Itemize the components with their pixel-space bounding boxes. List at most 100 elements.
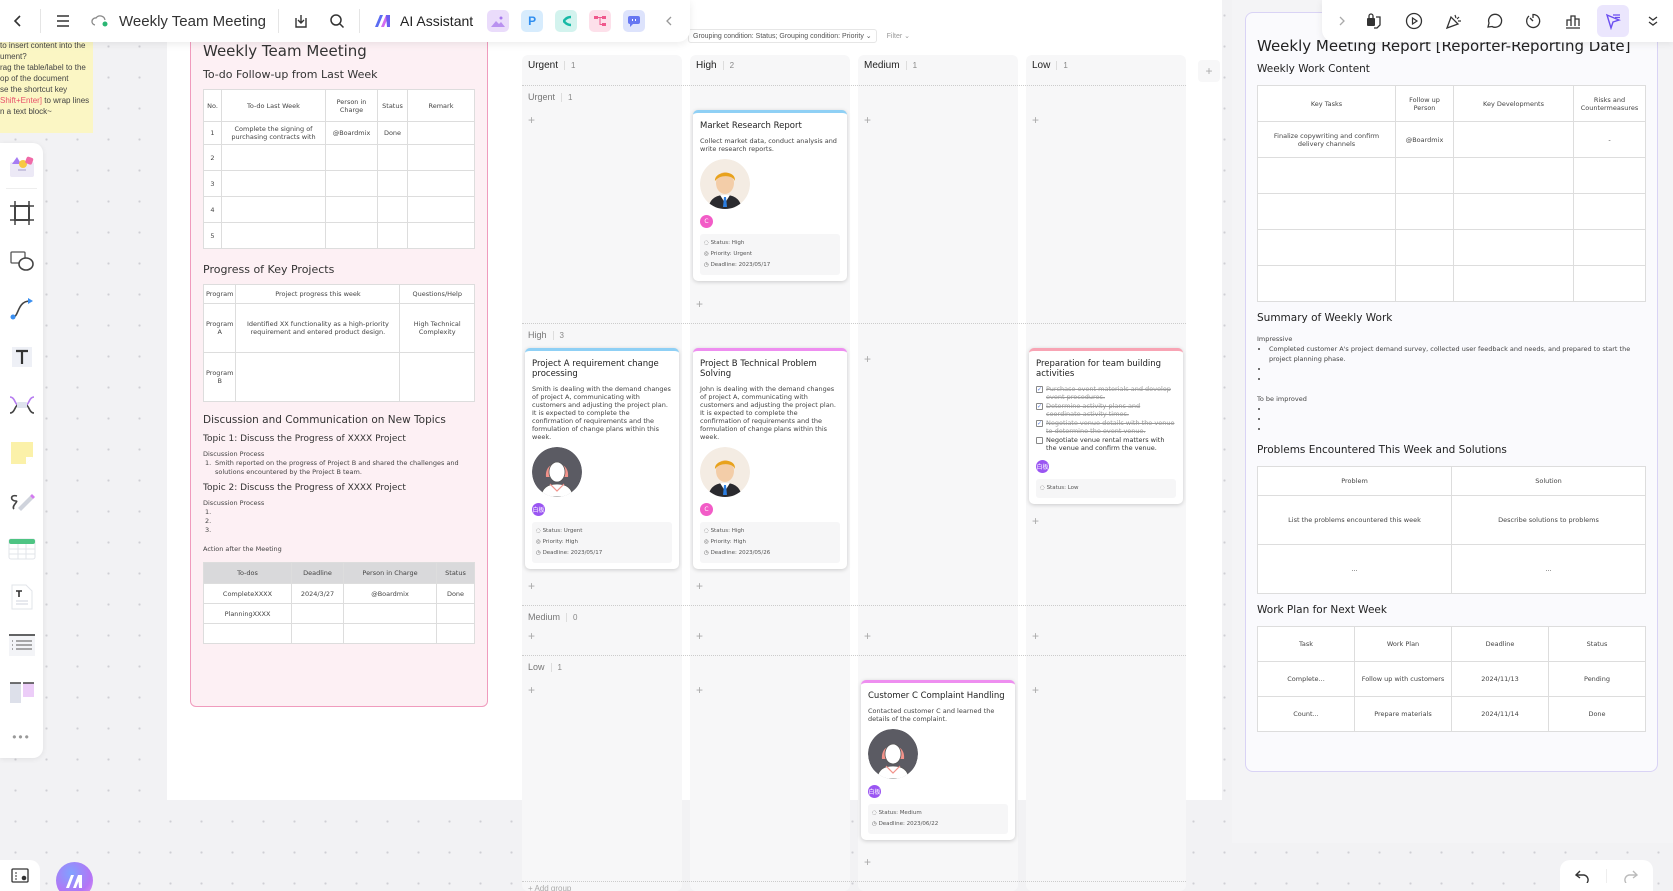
table-cell[interactable] <box>407 170 475 197</box>
table-cell[interactable] <box>1395 229 1454 266</box>
table-cell[interactable] <box>343 603 437 624</box>
text-icon[interactable] <box>0 333 43 381</box>
add-card-button[interactable]: + <box>864 352 871 366</box>
add-card-button[interactable]: + <box>1032 113 1039 127</box>
table-cell[interactable]: Follow up with customers <box>1354 661 1452 697</box>
table-cell[interactable]: 3 <box>203 170 222 197</box>
sticky-note[interactable]: to insert content into the ument? rag th… <box>0 38 93 133</box>
add-card-button[interactable]: + <box>528 683 535 697</box>
table-cell[interactable] <box>377 222 408 249</box>
table-cell[interactable] <box>1257 229 1396 266</box>
table-cell[interactable]: ... <box>1257 544 1452 594</box>
column-header[interactable]: Medium 1 <box>864 60 917 71</box>
table-cell[interactable] <box>1453 121 1574 158</box>
add-card-button[interactable]: + <box>864 629 871 643</box>
vote-icon[interactable] <box>1557 5 1589 37</box>
add-column-button[interactable]: + <box>1198 60 1220 82</box>
presentation-icon[interactable]: P <box>521 10 544 32</box>
checkbox-checked[interactable]: ✓ <box>1036 403 1043 410</box>
add-card-button[interactable]: + <box>864 855 871 869</box>
table-cell[interactable] <box>343 623 437 644</box>
back-icon[interactable] <box>0 0 36 42</box>
ai-assistant-fab[interactable] <box>56 862 93 891</box>
table-cell[interactable] <box>377 144 408 171</box>
table-cell[interactable]: - <box>1573 121 1646 158</box>
mindmap-icon[interactable] <box>555 10 578 32</box>
table-cell[interactable] <box>221 222 326 249</box>
table-cell[interactable]: Prepare materials <box>1354 696 1452 732</box>
table-cell[interactable] <box>1573 265 1646 302</box>
table-cell[interactable]: ... <box>1451 544 1646 594</box>
ai-assistant-button[interactable]: AI Assistant <box>400 13 473 29</box>
table-cell[interactable]: 4 <box>203 196 222 223</box>
checkbox-checked[interactable]: ✓ <box>1036 386 1043 393</box>
template-icon[interactable] <box>6 143 37 189</box>
search-icon[interactable] <box>319 0 355 42</box>
table-cell[interactable] <box>203 623 292 644</box>
table-cell[interactable] <box>1453 265 1574 302</box>
more-icon[interactable]: ••• <box>0 717 43 757</box>
table-cell[interactable]: @Boardmix <box>1395 121 1454 158</box>
document-title[interactable]: Weekly Team Meeting <box>119 13 266 30</box>
table-cell[interactable] <box>1395 193 1454 230</box>
meeting-document[interactable]: Weekly Team Meeting To-do Follow-up from… <box>190 35 488 707</box>
table-cell[interactable] <box>399 352 475 402</box>
table-cell[interactable] <box>221 170 326 197</box>
table-cell[interactable] <box>377 170 408 197</box>
document-icon[interactable] <box>0 573 43 621</box>
add-group-button[interactable]: + Add group <box>528 884 571 891</box>
table-cell[interactable] <box>1257 193 1396 230</box>
minimap-button[interactable] <box>0 860 40 891</box>
timer-icon[interactable] <box>1517 5 1549 37</box>
mindmap-icon[interactable] <box>0 381 43 429</box>
table-cell[interactable] <box>1395 265 1454 302</box>
more-chevrons-icon[interactable] <box>1637 5 1669 37</box>
table-cell[interactable] <box>407 121 475 145</box>
table-cell[interactable] <box>325 222 378 249</box>
add-card-button[interactable]: + <box>696 683 703 697</box>
table-cell[interactable]: CompleteXXXX <box>203 583 292 604</box>
table-cell[interactable] <box>291 623 344 644</box>
table-cell[interactable] <box>325 196 378 223</box>
table-cell[interactable] <box>221 196 326 223</box>
swimlane-header[interactable]: Low 1 <box>528 662 562 672</box>
table-cell[interactable] <box>1257 157 1396 194</box>
add-card-button[interactable]: + <box>528 629 535 643</box>
add-card-button[interactable]: + <box>1032 629 1039 643</box>
table-cell[interactable] <box>436 603 475 624</box>
weekly-report-document[interactable]: Weekly Meeting Report [Reporter-Reportin… <box>1245 12 1658 772</box>
table-cell[interactable] <box>291 603 344 624</box>
table-cell[interactable]: @Boardmix <box>343 583 437 604</box>
undo-icon[interactable] <box>1561 868 1607 883</box>
table-cell[interactable]: Pending <box>1548 661 1646 697</box>
table-cell[interactable]: 1 <box>203 121 222 145</box>
table-icon[interactable] <box>0 525 43 573</box>
kanban-card[interactable]: Project B Technical Problem Solving John… <box>693 348 847 569</box>
sticky-note-icon[interactable] <box>0 429 43 477</box>
add-card-button[interactable]: + <box>528 579 535 593</box>
table-cell[interactable]: Program B <box>202 352 237 402</box>
table-cell[interactable] <box>1257 265 1396 302</box>
table-cell[interactable] <box>436 623 475 644</box>
table-cell[interactable]: 2024/11/13 <box>1451 661 1549 697</box>
column-header[interactable]: High 2 <box>696 60 734 71</box>
table-cell[interactable]: Describe solutions to problems <box>1451 495 1646 545</box>
table-cell[interactable] <box>325 170 378 197</box>
menu-icon[interactable] <box>45 0 81 42</box>
presenter-cursor-icon[interactable] <box>1597 5 1630 37</box>
swimlane-header[interactable]: Medium 0 <box>528 612 577 622</box>
column-header[interactable]: Urgent 1 <box>528 60 575 71</box>
frame-icon[interactable] <box>0 189 43 237</box>
table-cell[interactable]: Done <box>436 583 475 604</box>
list-icon[interactable] <box>0 621 43 669</box>
filter-dropdown[interactable]: Filter ⌄ <box>887 32 910 40</box>
table-cell[interactable]: Complete the signing of purchasing contr… <box>221 121 326 145</box>
connector-icon[interactable] <box>0 285 43 333</box>
table-cell[interactable] <box>235 352 401 402</box>
table-cell[interactable]: @Boardmix <box>325 121 378 145</box>
table-cell[interactable]: 2 <box>203 144 222 171</box>
table-cell[interactable]: Count... <box>1257 696 1355 732</box>
table-cell[interactable]: 2024/3/27 <box>291 583 344 604</box>
shape-icon[interactable] <box>0 237 43 285</box>
checklist-item[interactable]: ✓ Negotiate venue details with the venue … <box>1036 419 1176 435</box>
